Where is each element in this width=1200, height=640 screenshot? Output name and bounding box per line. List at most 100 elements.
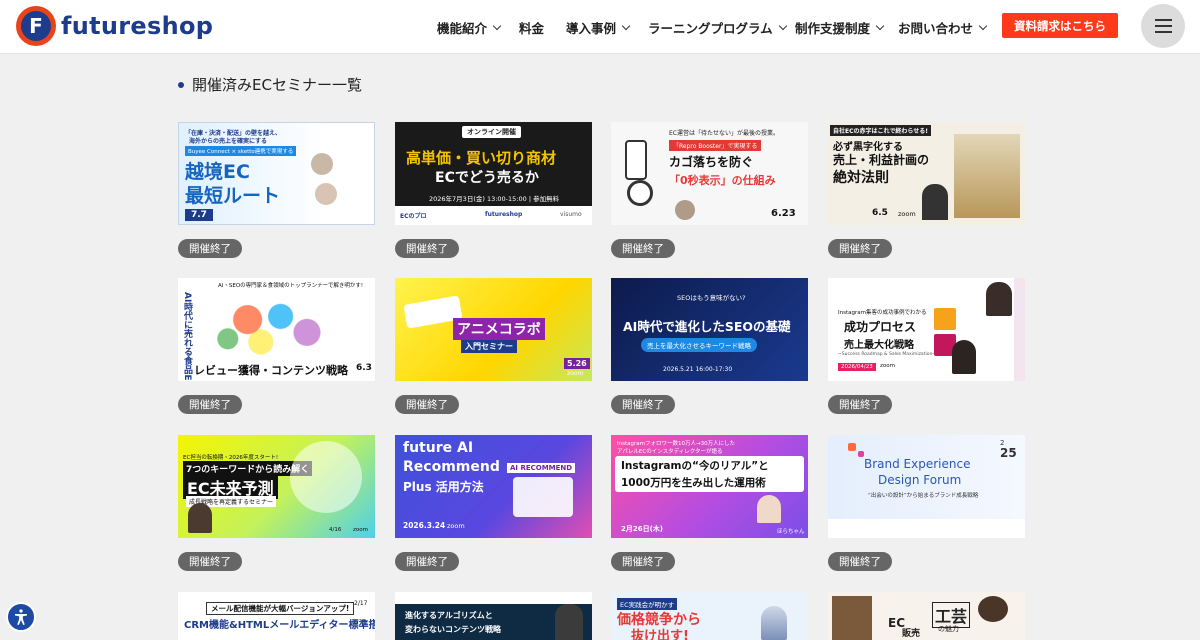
request-materials-button[interactable]: 資料請求はこちら (1002, 13, 1118, 38)
seminar-thumbnail[interactable]: 自社ECの赤字はこれで終わらせる! 必ず黒字化する 売上・利益計画の 絶対法則 … (828, 122, 1025, 225)
seminar-card[interactable]: EC担当の転換期・2026年度スタート! 7つのキーワードから読み解く EC未来… (178, 435, 375, 571)
seminar-card[interactable]: オンライン開催 高単価・買い切り商材 ECでどう売るか 2026年7月3日(金)… (395, 122, 592, 258)
seminar-card[interactable]: EC実践会が明かす 価格競争から 抜け出す! (611, 592, 808, 640)
seminar-card[interactable]: 進化するアルゴリズムと 変わらないコンテンツ戦略 (395, 592, 592, 640)
seminar-thumbnail[interactable]: Instagram集客の成功事例でわかる 成功プロセス 売上最大化戦略 ~Suc… (828, 278, 1025, 381)
seminar-card[interactable]: メール配信機能が大幅バージョンアップ! CRM機能&HTMLメールエディター標準… (178, 592, 375, 640)
seminar-thumbnail[interactable]: オンライン開催 高単価・買い切り商材 ECでどう売るか 2026年7月3日(金)… (395, 122, 592, 225)
seminar-card[interactable]: SEOはもう意味がない? AI時代で進化したSEOの基礎 売上を最大化させるキー… (611, 278, 808, 414)
thumb-text: zoom (567, 370, 584, 377)
thumb-text: 2月26日(木) (621, 525, 664, 533)
seminar-thumbnail[interactable]: Brand Experience Design Forum “出会いの設計”から… (828, 435, 1025, 538)
thumb-text: アパレルECのインスタディレクターが語る (617, 449, 723, 455)
thumb-text: future AI (403, 440, 474, 456)
decor-square (858, 451, 864, 457)
logo-text: futureshop (61, 12, 214, 40)
nav-production-support[interactable]: 制作支援制度 (795, 18, 885, 37)
accessibility-glyph (15, 609, 27, 625)
thumb-text: 「Repro Booster」で実現する (669, 140, 762, 151)
speech-bubble-illustration (208, 294, 340, 358)
thumb-text: 6.23 (771, 208, 796, 219)
seminar-card[interactable]: Instagramフォロワー数10万人→30万人にした アパレルECのインスタデ… (611, 435, 808, 571)
thumb-text: 最短ルート (185, 185, 281, 207)
thumb-text: Instagramフォロワー数10万人→30万人にした (617, 441, 736, 447)
thumb-text: AI RECOMMEND (507, 463, 576, 473)
speaker-photo (311, 153, 333, 175)
nav-pricing[interactable]: 料金 (519, 18, 544, 37)
decor-square (848, 443, 856, 451)
status-badge: 開催終了 (178, 395, 242, 414)
seminar-thumbnail[interactable]: EC実践会が明かす 価格競争から 抜け出す! (611, 592, 808, 640)
accessibility-icon[interactable] (6, 602, 36, 632)
thumb-text: ほらちゃん (777, 529, 805, 535)
seminar-card[interactable]: Brand Experience Design Forum “出会いの設計”から… (828, 435, 1025, 571)
thumb-text: SEOはもう意味がない? (677, 294, 746, 302)
seminar-card[interactable]: アニメコラボ 入門セミナー 5.26 zoom 開催終了 (395, 278, 592, 414)
seminar-card[interactable]: EC運営は「待たせない」が最後の授業。 「Repro Booster」で実現する… (611, 122, 808, 258)
seminar-card[interactable]: 自社ECの赤字はこれで終わらせる! 必ず黒字化する 売上・利益計画の 絶対法則 … (828, 122, 1025, 258)
status-badge: 開催終了 (828, 552, 892, 571)
thumb-text: 自社ECの赤字はこれで終わらせる! (830, 125, 931, 136)
logo[interactable]: F futureshop (16, 6, 213, 46)
thumb-text: 6.3 (356, 363, 372, 373)
thumb-text: zoom (447, 522, 465, 530)
status-badge: 開催終了 (828, 395, 892, 414)
seminar-thumbnail[interactable]: EC 販売 工芸 の魅力 (828, 592, 1025, 640)
seminar-thumbnail[interactable]: アニメコラボ 入門セミナー 5.26 zoom (395, 278, 592, 381)
seminar-thumbnail[interactable]: SEOはもう意味がない? AI時代で進化したSEOの基礎 売上を最大化させるキー… (611, 278, 808, 381)
teapot-illustration (978, 596, 1008, 622)
status-badge: 開催終了 (611, 239, 675, 258)
hamburger-menu-icon[interactable] (1141, 4, 1185, 48)
thumb-text: CRM機能&HTMLメールエディター標準搭載 (184, 620, 375, 631)
recommend-screen (513, 477, 573, 517)
thumb-text: AI時代に売れる食品EC (182, 292, 192, 381)
nav-learning-program[interactable]: ラーニングプログラム (648, 18, 787, 37)
thumb-text: ECのプロ (400, 213, 427, 220)
thumb-text: 売上最大化戦略 (844, 340, 914, 351)
chevron-down-icon (778, 21, 787, 30)
thumb-text: EC担当の転換期・2026年度スタート! (183, 455, 279, 461)
status-badge: 開催終了 (178, 239, 242, 258)
status-badge: 開催終了 (395, 239, 459, 258)
thumb-text: zoom (353, 527, 368, 533)
thumb-text: 入門セミナー (461, 340, 517, 353)
thumb-text: Recommend (403, 459, 500, 475)
seminar-thumbnail[interactable]: EC担当の転換期・2026年度スタート! 7つのキーワードから読み解く EC未来… (178, 435, 375, 538)
thumb-text: futureshop (485, 211, 523, 218)
thumb-text: 「0秒表示」の仕組み (669, 174, 776, 187)
seminar-thumbnail[interactable]: メール配信機能が大幅バージョンアップ! CRM機能&HTMLメールエディター標準… (178, 592, 375, 640)
nav-features-label: 機能紹介 (437, 21, 488, 36)
seminar-card[interactable]: future AI Recommend Plus 活用方法 AI RECOMME… (395, 435, 592, 571)
seminar-thumbnail[interactable]: 「在庫・決済・配送」の壁を越え、 海外からの売上を確実にする Buyee Con… (178, 122, 375, 225)
seminar-card[interactable]: EC 販売 工芸 の魅力 (828, 592, 1025, 640)
seminar-thumbnail[interactable]: AI・SEOの専門家＆食領域のトップランナーで解き明かす! AI時代に売れる食品… (178, 278, 375, 381)
status-badge: 開催終了 (395, 552, 459, 571)
seminar-card[interactable]: 「在庫・決済・配送」の壁を越え、 海外からの売上を確実にする Buyee Con… (178, 122, 375, 258)
thumb-text: 25 (1000, 446, 1017, 460)
seminar-card[interactable]: Instagram集客の成功事例でわかる 成功プロセス 売上最大化戦略 ~Suc… (828, 278, 1025, 414)
craft-photo (832, 596, 872, 640)
speaker-photo (555, 604, 583, 640)
nav-case-studies-label: 導入事例 (566, 21, 617, 36)
thumb-text: 絶対法則 (833, 170, 889, 186)
nav-contact[interactable]: お問い合わせ (898, 18, 988, 37)
chevron-down-icon (621, 21, 631, 30)
arrow-tile (934, 308, 956, 330)
seminar-thumbnail[interactable]: EC運営は「待たせない」が最後の授業。 「Repro Booster」で実現する… (611, 122, 808, 225)
thumb-text: 販売 (902, 629, 921, 639)
circle-graphic (290, 441, 362, 513)
seminar-thumbnail[interactable]: Instagramフォロワー数10万人→30万人にした アパレルECのインスタデ… (611, 435, 808, 538)
section-title: 開催済みECセミナー一覧 (178, 74, 362, 95)
thumb-text: 売上・利益計画の (833, 153, 930, 167)
thumb-text: 抜け出す! (631, 629, 689, 640)
thumb-text: 2026年7月3日(金) 13:00-15:00 | 参加無料 (429, 195, 560, 203)
seminar-thumbnail[interactable]: 進化するアルゴリズムと 変わらないコンテンツ戦略 (395, 592, 592, 640)
thumb-text: 成功プロセス (844, 320, 917, 334)
nav-features[interactable]: 機能紹介 (437, 18, 502, 37)
speaker-photo (675, 200, 695, 220)
nav-case-studies[interactable]: 導入事例 (566, 18, 631, 37)
seminar-card[interactable]: AI・SEOの専門家＆食領域のトップランナーで解き明かす! AI時代に売れる食品… (178, 278, 375, 414)
seminar-thumbnail[interactable]: future AI Recommend Plus 活用方法 AI RECOMME… (395, 435, 592, 538)
chevron-down-icon (978, 21, 988, 30)
thumb-text: 高単価・買い切り商材 (406, 149, 557, 167)
